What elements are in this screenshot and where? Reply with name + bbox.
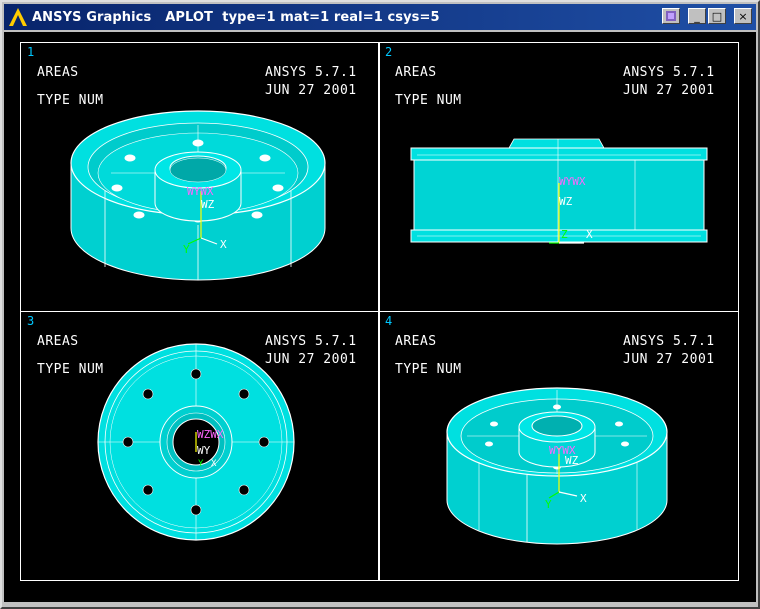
viewport-2[interactable]: WYWX WZ Z X 2 AREAS TYPE NUM ANSYS 5.7.1… [378, 42, 739, 312]
axis-label-c: Y [545, 498, 552, 511]
viewport-number: 1 [27, 45, 35, 59]
version-label: ANSYS 5.7.1 [623, 334, 715, 349]
axis-label-a: WYWX [187, 185, 214, 198]
window-title: ANSYS Graphics APLOT type=1 mat=1 real=1… [32, 9, 440, 25]
type-num-label: TYPE NUM [395, 362, 462, 377]
ansys-logo-icon [9, 8, 27, 26]
axis-label-b: WY [197, 444, 211, 457]
date-label: JUN 27 2001 [623, 83, 715, 98]
viewport-3[interactable]: WZWX WY Y X 3 AREAS TYPE NUM ANSYS 5.7.1… [20, 311, 380, 581]
viewport-number: 3 [27, 314, 35, 328]
graphics-menu-icon[interactable] [662, 8, 680, 24]
axis-label-b: WZ [559, 195, 573, 208]
type-num-label: TYPE NUM [395, 93, 462, 108]
axis-label-b: WZ [565, 454, 579, 467]
axis-label-c: Y [198, 459, 204, 469]
areas-label: AREAS [37, 334, 79, 349]
viewport-number: 4 [385, 314, 393, 328]
axis-label-b: WZ [201, 198, 215, 211]
axis-label-c: Y [183, 243, 190, 256]
axis-label-a: WYWX [559, 175, 586, 188]
version-label: ANSYS 5.7.1 [265, 334, 357, 349]
date-label: JUN 27 2001 [265, 83, 357, 98]
type-num-label: TYPE NUM [37, 93, 104, 108]
version-label: ANSYS 5.7.1 [623, 65, 715, 80]
axis-label-c: Z [561, 228, 568, 241]
title-bar[interactable]: ANSYS Graphics APLOT type=1 mat=1 real=1… [4, 4, 756, 30]
maximize-button[interactable]: □ [708, 8, 726, 24]
axis-label-a: WZWX [197, 428, 224, 441]
axis-label-d: X [220, 238, 227, 251]
areas-label: AREAS [37, 65, 79, 80]
graphics-canvas[interactable]: WYWX WZ Y X 1 AREAS TYPE NUM ANSYS 5.7.1… [4, 32, 756, 602]
type-num-label: TYPE NUM [37, 362, 104, 377]
date-label: JUN 27 2001 [623, 352, 715, 367]
axis-label-d: X [211, 459, 217, 469]
viewport-4[interactable]: WYWX WZ Y X 4 AREAS TYPE NUM ANSYS 5.7.1… [378, 311, 739, 581]
areas-label: AREAS [395, 334, 437, 349]
axis-label-d: X [580, 492, 587, 505]
axis-label-d: X [586, 228, 593, 241]
version-label: ANSYS 5.7.1 [265, 65, 357, 80]
close-button[interactable]: × [734, 8, 752, 24]
ansys-graphics-window: ANSYS Graphics APLOT type=1 mat=1 real=1… [0, 0, 760, 609]
date-label: JUN 27 2001 [265, 352, 357, 367]
viewport-1[interactable]: WYWX WZ Y X 1 AREAS TYPE NUM ANSYS 5.7.1… [20, 42, 380, 312]
areas-label: AREAS [395, 65, 437, 80]
viewport-number: 2 [385, 45, 393, 59]
minimize-button[interactable]: _ [688, 8, 706, 24]
